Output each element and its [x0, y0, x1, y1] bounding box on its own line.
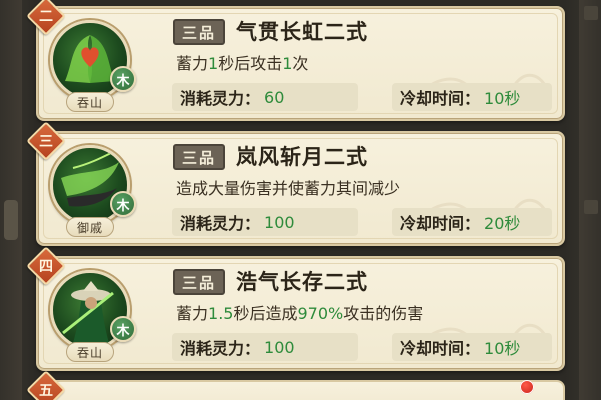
rank-number: 四	[39, 259, 53, 275]
skill-card-partial[interactable]: 五	[26, 370, 565, 400]
cost-stat: 消耗灵力： 100	[172, 208, 358, 236]
cost-value: 100	[264, 212, 295, 232]
left-frame-handle	[4, 200, 18, 240]
grade-tag: 三品	[173, 144, 225, 170]
skill-title: 气贯长虹二式	[236, 20, 368, 44]
sect-label: 吞山	[66, 92, 114, 112]
cost-stat: 消耗灵力： 100	[172, 333, 358, 361]
grade-tag: 三品	[173, 269, 225, 295]
cost-label: 消耗灵力：	[180, 339, 261, 358]
cooldown-stat: 冷却时间： 10秒	[392, 83, 552, 111]
element-badge: 木	[110, 316, 136, 342]
cooldown-stat: 冷却时间： 20秒	[392, 208, 552, 236]
cooldown-value: 20秒	[484, 214, 521, 233]
skill-description: 造成大量伤害并使蓄力其间减少	[176, 177, 400, 201]
cost-value: 60	[264, 87, 285, 107]
element-badge: 木	[110, 191, 136, 217]
rank-number: 三	[39, 134, 53, 150]
desc-text: 攻击的伤害	[343, 304, 424, 323]
grade-tag: 三品	[173, 19, 225, 45]
desc-text: 秒后攻击	[218, 54, 283, 73]
cost-label: 消耗灵力：	[180, 214, 261, 233]
right-frame	[579, 0, 601, 400]
sect-label: 御戚	[66, 217, 114, 237]
skill-card[interactable]: 木 御戚 三品 岚风斩月二式 造成大量伤害并使蓄力其间减少 消耗灵力： 100 …	[26, 121, 565, 246]
cooldown-label: 冷却时间：	[400, 89, 481, 108]
skill-title: 浩气长存二式	[236, 270, 368, 294]
cooldown-stat: 冷却时间： 10秒	[392, 333, 552, 361]
desc-value: 1.5	[208, 304, 234, 323]
desc-value: 1	[208, 54, 219, 73]
desc-text: 次	[292, 54, 309, 73]
frame-ornament	[584, 200, 598, 214]
desc-value: 970%	[297, 304, 344, 323]
left-frame	[0, 0, 22, 400]
cost-value: 100	[264, 337, 295, 357]
cooldown-label: 冷却时间：	[400, 339, 481, 358]
frame-ornament	[584, 6, 598, 20]
skill-description: 蓄力1.5秒后造成970%攻击的伤害	[176, 302, 423, 326]
desc-text: 造成大量伤害并使蓄力其间减少	[176, 179, 401, 198]
skill-title: 岚风斩月二式	[236, 145, 368, 169]
cooldown-label: 冷却时间：	[400, 214, 481, 233]
cooldown-value: 10秒	[484, 339, 521, 358]
element-badge: 木	[110, 66, 136, 92]
cooldown-value: 10秒	[484, 89, 521, 108]
skill-card[interactable]: 木 吞山 三品 气贯长虹二式 蓄力1秒后攻击1次 消耗灵力： 60 冷却时间： …	[26, 0, 565, 121]
sect-label: 吞山	[66, 342, 114, 362]
desc-text: 蓄力	[176, 54, 209, 73]
notification-dot-icon	[520, 380, 534, 394]
desc-text: 蓄力	[176, 304, 209, 323]
desc-text: 秒后造成	[233, 304, 298, 323]
skill-description: 蓄力1秒后攻击1次	[176, 52, 308, 76]
cost-label: 消耗灵力：	[180, 89, 261, 108]
cost-stat: 消耗灵力： 60	[172, 83, 358, 111]
rank-number: 五	[39, 383, 53, 399]
skill-card[interactable]: 木 吞山 三品 浩气长存二式 蓄力1.5秒后造成970%攻击的伤害 消耗灵力： …	[26, 246, 565, 371]
rank-number: 二	[39, 9, 53, 25]
desc-value: 1	[282, 54, 293, 73]
